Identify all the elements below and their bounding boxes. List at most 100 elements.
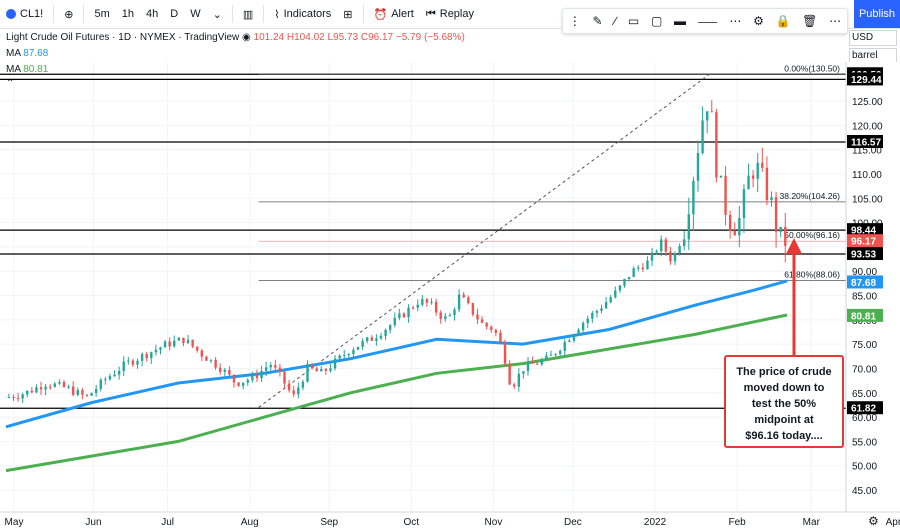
- candle-body: [306, 364, 309, 382]
- fib-level-label: 50.00%(96.16): [784, 230, 840, 240]
- candle-body: [462, 294, 465, 298]
- candle-body: [145, 353, 148, 359]
- indicators-label: Indicators: [283, 8, 332, 20]
- candle-body: [554, 353, 557, 355]
- time-tick-label: Oct: [404, 517, 420, 528]
- interval-dropdown[interactable]: ⌄: [207, 0, 228, 28]
- candle-body: [228, 369, 231, 375]
- alarm-clock-icon: ⏰: [373, 8, 388, 21]
- publish-button[interactable]: Publish: [854, 0, 900, 28]
- currency-select[interactable]: USD: [849, 30, 897, 46]
- chart-type-button[interactable]: ▥: [237, 0, 259, 28]
- candle-body: [421, 299, 424, 305]
- price-tick-label: 115.00: [852, 146, 882, 157]
- candle-body: [485, 322, 488, 327]
- collapse-legend-icon[interactable]: ⌃: [6, 78, 14, 89]
- candle-body: [122, 361, 125, 372]
- candle-body: [370, 337, 374, 341]
- style-icon[interactable]: ⋯: [729, 14, 741, 28]
- indicators-button[interactable]: ⌇ Indicators: [268, 0, 337, 28]
- trash-icon[interactable]: 🗑: [802, 14, 817, 28]
- replay-button[interactable]: ⏮ Replay: [420, 0, 480, 28]
- candle-body: [264, 367, 268, 371]
- candle-body: [39, 387, 43, 390]
- symbol-search[interactable]: CL1!: [0, 0, 49, 28]
- eye-icon[interactable]: ◉: [242, 32, 254, 43]
- candle-body: [251, 374, 254, 381]
- interval-1h[interactable]: 1h: [116, 0, 140, 28]
- arrow-head: [786, 238, 802, 254]
- price-tick-label: 45.00: [852, 486, 877, 497]
- candle-body: [508, 363, 511, 385]
- candle-body: [255, 374, 259, 379]
- rectangle-icon[interactable]: ▢: [651, 14, 662, 28]
- candle-body: [453, 309, 456, 316]
- candle-body: [503, 342, 507, 364]
- interval-5m[interactable]: 5m: [88, 0, 115, 28]
- candle-body: [618, 285, 622, 291]
- chart-legend: Light Crude Oil Futures · 1D · NYMEX · T…: [6, 30, 465, 92]
- candle-body: [448, 315, 452, 317]
- level-tag: 116.57: [851, 137, 881, 148]
- legend-ohlc: 101.24 H104.02 L95.73 C96.17 −5.79 (−5.6…: [253, 32, 465, 43]
- candle-body: [490, 326, 493, 330]
- candle-body: [402, 313, 406, 318]
- line-color-icon[interactable]: ▬: [674, 14, 686, 28]
- settings-icon[interactable]: ⚙: [753, 14, 764, 28]
- annotation-arrow: [786, 238, 802, 356]
- candle-body: [522, 371, 525, 374]
- candle-body: [113, 374, 116, 377]
- brush-icon[interactable]: ∕: [614, 14, 616, 28]
- line-width-icon[interactable]: ⸺: [698, 13, 718, 30]
- interval-d[interactable]: D: [164, 0, 184, 28]
- alert-button[interactable]: ⏰ Alert: [368, 0, 420, 28]
- candle-body: [375, 338, 378, 341]
- ma-slow-path: [5, 313, 788, 473]
- candle-body: [209, 359, 213, 361]
- unit-select[interactable]: barrel (USD): [849, 48, 897, 75]
- candle-body: [673, 253, 677, 262]
- drag-handle-icon[interactable]: ⋮: [569, 14, 581, 28]
- horizontal-levels: [0, 73, 846, 409]
- candle-body: [287, 383, 291, 391]
- candle-body: [168, 341, 171, 347]
- candle-body: [632, 268, 635, 277]
- candle-body: [784, 226, 787, 246]
- price-tick-label: 100.00: [852, 219, 883, 230]
- level-tag: 61.82: [851, 404, 876, 415]
- candle-body: [12, 397, 15, 399]
- ma2-value: 80.81: [23, 64, 49, 75]
- templates-button[interactable]: ⊞: [337, 0, 358, 28]
- candle-body: [16, 398, 20, 400]
- candle-body: [591, 312, 594, 319]
- candle-body: [223, 369, 226, 372]
- fib-level-label: 0.00%(130.50): [784, 63, 840, 73]
- comment-icon[interactable]: ▭: [628, 14, 639, 28]
- ma-fast-path: [5, 279, 788, 429]
- candle-body: [572, 334, 576, 341]
- candle-body: [186, 339, 190, 344]
- candle-body: [660, 239, 663, 252]
- candle-body: [526, 361, 530, 372]
- interval-4h[interactable]: 4h: [140, 0, 164, 28]
- candle-body: [81, 390, 84, 395]
- lock-icon[interactable]: 🔒: [776, 14, 791, 28]
- candle-body: [687, 214, 691, 240]
- candle-body: [338, 355, 341, 359]
- price-tick-label: 50.00: [852, 462, 877, 473]
- level-tag-bg: [847, 401, 883, 415]
- interval-w[interactable]: W: [184, 0, 206, 28]
- price-axis-bg: [846, 62, 900, 512]
- candle-body: [637, 267, 640, 269]
- compare-button[interactable]: ⊕: [58, 0, 79, 28]
- pencil-icon[interactable]: ✎: [593, 14, 603, 28]
- candle-body: [558, 350, 562, 354]
- candle-body: [742, 189, 746, 219]
- ma-fast-line: [5, 279, 788, 429]
- more-icon[interactable]: ⋯: [829, 14, 841, 28]
- candle-body: [476, 314, 479, 320]
- gear-icon[interactable]: ⚙: [868, 514, 879, 528]
- legend-title: Light Crude Oil Futures · 1D · NYMEX · T…: [6, 32, 240, 43]
- price-tags: 130.50129.44116.5798.4493.5361.8296.1787…: [847, 67, 883, 415]
- candle-body: [366, 337, 369, 342]
